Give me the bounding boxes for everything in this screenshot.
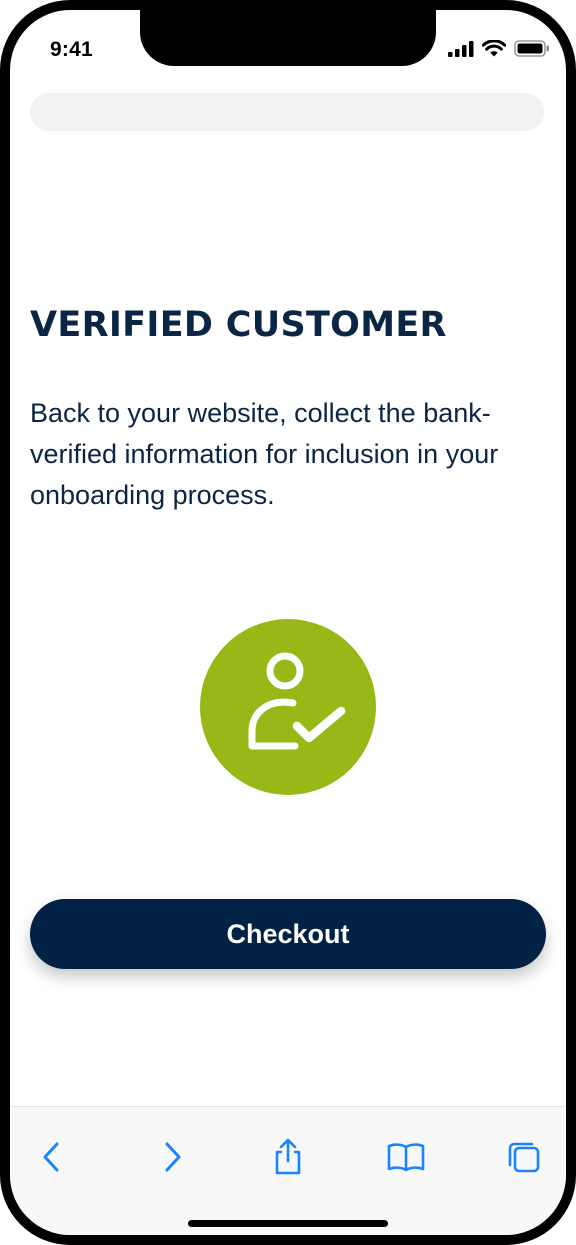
bookmarks-icon — [387, 1143, 425, 1172]
forward-icon — [165, 1142, 181, 1172]
phone-frame: 9:41 VERIFIED CUSTOMER Back to your webs… — [0, 0, 576, 1245]
page-title: VERIFIED CUSTOMER — [30, 305, 447, 345]
user-check-icon — [248, 652, 346, 750]
back-button[interactable] — [32, 1137, 72, 1177]
signal-icon — [448, 40, 474, 62]
verified-badge — [200, 619, 376, 795]
checkout-button[interactable]: Checkout — [30, 899, 546, 969]
wifi-icon — [481, 39, 507, 62]
address-bar[interactable] — [30, 93, 544, 131]
notch — [140, 10, 436, 66]
battery-icon — [514, 40, 550, 62]
tabs-button[interactable] — [504, 1137, 544, 1177]
screen: 9:41 VERIFIED CUSTOMER Back to your webs… — [10, 10, 566, 1235]
home-indicator — [188, 1220, 388, 1227]
back-icon — [43, 1142, 59, 1172]
share-button[interactable] — [268, 1137, 308, 1177]
tabs-icon — [508, 1142, 540, 1173]
browser-toolbar — [10, 1106, 566, 1235]
forward-button[interactable] — [152, 1137, 192, 1177]
status-icons — [448, 39, 550, 62]
page-description: Back to your website, collect the bank-v… — [30, 398, 499, 510]
bookmarks-button[interactable] — [386, 1137, 426, 1177]
status-time: 9:41 — [50, 38, 93, 61]
share-icon — [275, 1138, 301, 1175]
